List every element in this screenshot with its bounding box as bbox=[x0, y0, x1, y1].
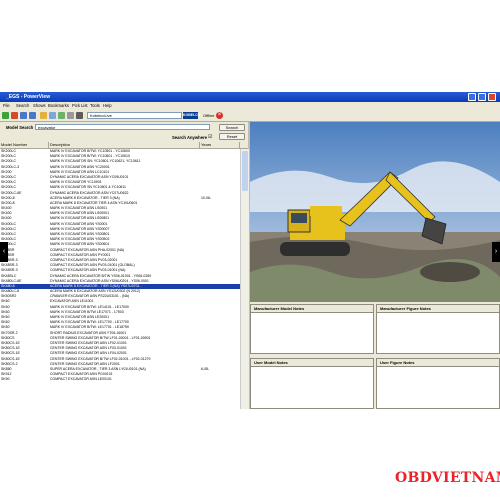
column-description[interactable]: Description bbox=[49, 142, 200, 148]
kobelco-logo: KOBELCO bbox=[183, 112, 201, 119]
menu-help[interactable]: Help bbox=[103, 102, 112, 110]
search-area: Model Search excavator Search Search Any… bbox=[0, 122, 248, 142]
offline-label: Offline bbox=[203, 113, 215, 118]
column-years[interactable]: Years bbox=[200, 142, 240, 148]
model-search-label: Model Search bbox=[6, 125, 34, 130]
detail-pane: Manufacturer Model Notes Manufacturer Fi… bbox=[250, 122, 500, 409]
menu-shows[interactable]: Shows bbox=[33, 102, 46, 110]
user-model-notes-title: User Model Notes bbox=[251, 359, 373, 367]
minimize-button[interactable] bbox=[468, 93, 476, 101]
print-icon[interactable] bbox=[49, 112, 56, 119]
refresh-icon[interactable] bbox=[2, 112, 9, 119]
menu-search[interactable]: Search bbox=[16, 102, 29, 110]
next-arrow-icon[interactable]: › bbox=[492, 242, 500, 262]
menu-pick-list[interactable]: Pick List bbox=[72, 102, 88, 110]
search-anywhere-label: Search Anywhere bbox=[172, 135, 207, 140]
cell-model-number: SK90 bbox=[1, 377, 10, 382]
back-icon[interactable] bbox=[20, 112, 27, 119]
vertical-scrollbar[interactable] bbox=[240, 149, 249, 409]
manufacturer-model-notes-panel: Manufacturer Model Notes bbox=[250, 304, 374, 354]
search-button[interactable]: Search bbox=[219, 124, 245, 131]
scrollbar-thumb[interactable] bbox=[242, 151, 248, 191]
user-model-notes-panel[interactable]: User Model Notes bbox=[250, 358, 374, 409]
model-search-input[interactable]: excavator bbox=[35, 124, 210, 130]
toolbar: KobelcoLive KOBELCO Offline × bbox=[0, 110, 500, 122]
offline-status-icon[interactable]: × bbox=[216, 112, 223, 119]
user-figure-notes-panel[interactable]: User Figure Notes bbox=[376, 358, 500, 409]
picklist-icon[interactable] bbox=[58, 112, 65, 119]
bookmark-icon[interactable] bbox=[40, 112, 47, 119]
excavator-illustration bbox=[250, 122, 500, 302]
maximize-button[interactable] bbox=[478, 93, 486, 101]
manufacturer-model-notes-title: Manufacturer Model Notes bbox=[251, 305, 373, 313]
window-title: _EGS - PowerView bbox=[6, 94, 51, 100]
close-button[interactable] bbox=[488, 93, 496, 101]
grid-header: Model Number Description Years bbox=[0, 142, 248, 149]
prev-arrow-icon[interactable]: ‹ bbox=[0, 242, 8, 262]
user-figure-notes-title: User Figure Notes bbox=[377, 359, 499, 367]
cell-description: COMPACT EXCAVATOR ASN LE00101 bbox=[50, 377, 112, 382]
manufacturer-figure-notes-title: Manufacturer Figure Notes bbox=[377, 305, 499, 313]
powerview-window: _EGS - PowerView File Search Shows Bookm… bbox=[0, 92, 500, 409]
settings-icon[interactable] bbox=[67, 112, 74, 119]
watermark-logo: OBDVIETNAM bbox=[395, 470, 500, 486]
column-model-number[interactable]: Model Number bbox=[0, 142, 49, 148]
manufacturer-figure-notes-panel: Manufacturer Figure Notes bbox=[376, 304, 500, 354]
catalog-selector[interactable]: KobelcoLive bbox=[87, 112, 182, 119]
excavator-photo bbox=[250, 122, 500, 302]
title-bar: _EGS - PowerView bbox=[0, 92, 500, 102]
reset-button[interactable]: Reset bbox=[219, 133, 245, 140]
menu-bookmarks[interactable]: Bookmarks bbox=[48, 102, 69, 110]
menu-bar: File Search Shows Bookmarks Pick List To… bbox=[0, 102, 500, 110]
model-list: SK200LC MARK IV EXCAVATOR B/TW: YC10501 -… bbox=[0, 149, 240, 409]
model-search-pane: Model Search excavator Search Search Any… bbox=[0, 122, 250, 409]
search-anywhere-checkbox[interactable]: ☑ bbox=[208, 134, 212, 140]
info-icon[interactable] bbox=[76, 112, 83, 119]
table-row[interactable]: SK90 COMPACT EXCAVATOR ASN LE00101 bbox=[0, 377, 240, 382]
menu-file[interactable]: File bbox=[3, 102, 10, 110]
forward-icon[interactable] bbox=[29, 112, 36, 119]
stop-icon[interactable] bbox=[11, 112, 18, 119]
menu-tools[interactable]: Tools bbox=[90, 102, 100, 110]
